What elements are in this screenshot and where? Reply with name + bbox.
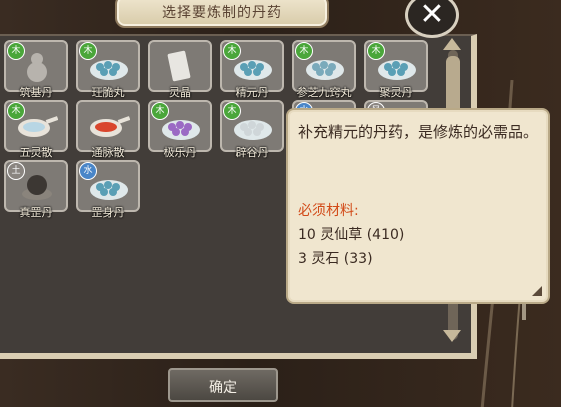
pill-slot[interactable]: 木五灵散 — [4, 100, 68, 159]
element-badge: 木 — [295, 42, 313, 60]
pill-name: 聚灵丹 — [379, 86, 413, 99]
element-badge: 木 — [7, 42, 25, 60]
pill-slot[interactable]: 土真罡丹 — [4, 160, 68, 219]
pill-slot[interactable]: 木玨脆丸 — [76, 40, 140, 99]
pill-slot[interactable]: 木参芝九窍丸 — [292, 40, 356, 99]
tooltip-material-1: 10 灵仙草 (410) — [298, 227, 405, 243]
element-badge: 木 — [223, 102, 241, 120]
title-banner: 选择要炼制的丹药 — [115, 0, 329, 28]
element-badge: 木 — [79, 42, 97, 60]
resize-corner-icon — [532, 286, 542, 296]
confirm-button[interactable]: 确定 — [168, 368, 278, 402]
pill-slot[interactable]: 灵晶 — [148, 40, 212, 99]
pill-slot[interactable]: 通脉散 — [76, 100, 140, 159]
pill-slot[interactable]: 木精元丹 — [220, 40, 284, 99]
pill-name: 精元丹 — [235, 86, 269, 99]
pill-slot[interactable]: 木辟谷丹 — [220, 100, 284, 159]
pill-name: 五灵散 — [19, 146, 53, 159]
element-badge: 木 — [223, 42, 241, 60]
red-powder-spoon-icon — [90, 116, 130, 137]
element-badge: 木 — [151, 102, 169, 120]
confirm-label: 确定 — [209, 380, 237, 396]
close-icon: ✕ — [419, 0, 445, 32]
pill-name: 通脉散 — [91, 146, 125, 159]
tooltip-description: 补充精元的丹药，是修炼的必需品。 — [298, 123, 539, 141]
pill-name: 罡身丹 — [91, 206, 125, 219]
item-tooltip: 补充精元的丹药，是修炼的必需品。 必须材料: 10 灵仙草 (410) 3 灵石… — [286, 108, 550, 304]
pill-name: 辟谷丹 — [235, 146, 269, 159]
pill-name: 灵晶 — [169, 86, 191, 99]
pill-slot[interactable]: 木极乐丹 — [148, 100, 212, 159]
pill-slot[interactable]: 水罡身丹 — [76, 160, 140, 219]
pill-name: 参芝九窍丸 — [296, 86, 352, 99]
pill-name: 筑基丹 — [19, 86, 53, 99]
scroll-down-arrow-icon[interactable] — [443, 330, 461, 342]
element-badge: 木 — [7, 102, 25, 120]
scroll-up-arrow-icon[interactable] — [443, 38, 461, 50]
pill-name: 真罡丹 — [19, 206, 53, 219]
game-screen: { "dialog": { "title": "选择要炼制的丹药", "clos… — [0, 0, 561, 407]
element-badge: 木 — [367, 42, 385, 60]
element-badge: 水 — [79, 162, 97, 180]
crystal-icon — [167, 50, 191, 82]
pill-slot[interactable]: 木筑基丹 — [4, 40, 68, 99]
pill-slot[interactable]: 木聚灵丹 — [364, 40, 428, 99]
tooltip-materials-title: 必须材料: — [298, 203, 359, 219]
dialog-title: 选择要炼制的丹药 — [162, 5, 282, 21]
element-badge: 土 — [7, 162, 25, 180]
close-button[interactable]: ✕ — [405, 0, 459, 38]
tooltip-material-2: 3 灵石 (33) — [298, 251, 373, 267]
pill-name: 玨脆丸 — [91, 86, 125, 99]
pill-name: 极乐丹 — [163, 146, 197, 159]
